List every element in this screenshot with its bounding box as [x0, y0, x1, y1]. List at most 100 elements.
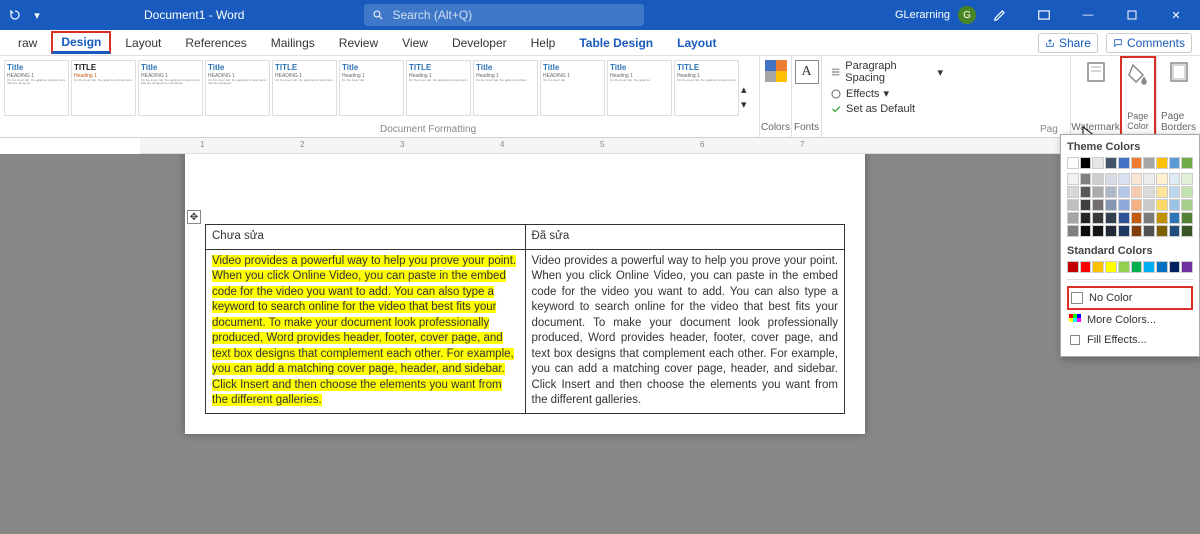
- color-swatch[interactable]: [1092, 212, 1104, 224]
- table-header-cell[interactable]: Chưa sửa: [206, 225, 526, 250]
- style-thumb[interactable]: TitleHEADING 1On the insert tab: [540, 60, 605, 116]
- color-swatch[interactable]: [1181, 261, 1193, 273]
- color-swatch[interactable]: [1092, 261, 1104, 273]
- color-swatch[interactable]: [1156, 261, 1168, 273]
- style-thumb[interactable]: TitleHEADING 1On the insert tab, the gal…: [138, 60, 203, 116]
- color-swatch[interactable]: [1181, 157, 1193, 169]
- color-swatch[interactable]: [1131, 225, 1143, 237]
- maximize-icon[interactable]: [1112, 0, 1152, 30]
- avatar[interactable]: G: [958, 6, 976, 24]
- color-swatch[interactable]: [1092, 225, 1104, 237]
- color-swatch[interactable]: [1118, 186, 1130, 198]
- color-swatch[interactable]: [1080, 199, 1092, 211]
- color-swatch[interactable]: [1143, 199, 1155, 211]
- fonts-button[interactable]: A Fonts: [791, 56, 821, 137]
- color-swatch[interactable]: [1067, 157, 1079, 169]
- style-thumb[interactable]: TITLEHeading 1On the insert tab, the gal…: [406, 60, 471, 116]
- table-header-cell[interactable]: Đã sửa: [525, 225, 845, 250]
- set-default-button[interactable]: Set as Default: [830, 103, 915, 115]
- draw-mode-icon[interactable]: [980, 0, 1020, 30]
- tab-design[interactable]: Design: [51, 31, 111, 54]
- tab-mailings[interactable]: Mailings: [261, 32, 325, 54]
- table-move-handle[interactable]: ✥: [187, 210, 201, 224]
- horizontal-ruler[interactable]: 1 2 3 4 5 6 7: [140, 138, 1200, 154]
- color-swatch[interactable]: [1105, 212, 1117, 224]
- color-swatch[interactable]: [1169, 261, 1181, 273]
- color-swatch[interactable]: [1118, 212, 1130, 224]
- color-swatch[interactable]: [1105, 186, 1117, 198]
- color-swatch[interactable]: [1105, 261, 1117, 273]
- color-swatch[interactable]: [1131, 157, 1143, 169]
- color-swatch[interactable]: [1080, 186, 1092, 198]
- color-swatch[interactable]: [1131, 212, 1143, 224]
- color-swatch[interactable]: [1143, 261, 1155, 273]
- color-swatch[interactable]: [1156, 212, 1168, 224]
- effects-button[interactable]: Effects ▾: [830, 87, 889, 100]
- color-swatch[interactable]: [1067, 212, 1079, 224]
- no-color-item[interactable]: No Color: [1067, 286, 1193, 310]
- tab-help[interactable]: Help: [521, 32, 566, 54]
- color-swatch[interactable]: [1181, 173, 1193, 185]
- color-swatch[interactable]: [1105, 199, 1117, 211]
- watermark-button[interactable]: Watermark: [1070, 56, 1120, 137]
- color-swatch[interactable]: [1169, 186, 1181, 198]
- style-thumb[interactable]: TitleHeading 1On the insert tab, the gal…: [607, 60, 672, 116]
- tab-review[interactable]: Review: [329, 32, 388, 54]
- color-swatch[interactable]: [1181, 199, 1193, 211]
- tab-table-design[interactable]: Table Design: [569, 32, 663, 54]
- page-borders-button[interactable]: Page Borders: [1156, 56, 1200, 137]
- color-swatch[interactable]: [1131, 173, 1143, 185]
- comments-button[interactable]: Comments: [1106, 33, 1192, 53]
- color-swatch[interactable]: [1156, 199, 1168, 211]
- document-area[interactable]: ✥ Chưa sửa Đã sửa Video provides a power…: [0, 154, 1200, 534]
- tab-draw[interactable]: raw: [8, 32, 47, 54]
- color-swatch[interactable]: [1080, 212, 1092, 224]
- color-swatch[interactable]: [1131, 261, 1143, 273]
- color-swatch[interactable]: [1143, 212, 1155, 224]
- table-cell[interactable]: Video provides a powerful way to help yo…: [525, 249, 845, 413]
- color-swatch[interactable]: [1156, 157, 1168, 169]
- color-swatch[interactable]: [1080, 173, 1092, 185]
- style-thumb[interactable]: TitleHeading 1On the insert tab, the gal…: [473, 60, 538, 116]
- color-swatch[interactable]: [1118, 173, 1130, 185]
- qat-dropdown-icon[interactable]: ▾: [30, 8, 44, 22]
- undo-icon[interactable]: [8, 8, 22, 22]
- more-colors-item[interactable]: More Colors...: [1067, 310, 1193, 330]
- color-swatch[interactable]: [1092, 157, 1104, 169]
- color-swatch[interactable]: [1080, 157, 1092, 169]
- document-table[interactable]: Chưa sửa Đã sửa Video provides a powerfu…: [205, 224, 845, 414]
- color-swatch[interactable]: [1131, 186, 1143, 198]
- color-swatch[interactable]: [1080, 225, 1092, 237]
- color-swatch[interactable]: [1118, 157, 1130, 169]
- color-swatch[interactable]: [1092, 173, 1104, 185]
- style-thumb[interactable]: TitleHEADING 1On the insert tab, the gal…: [4, 60, 69, 116]
- share-button[interactable]: Share: [1038, 33, 1098, 53]
- color-swatch[interactable]: [1169, 212, 1181, 224]
- color-swatch[interactable]: [1169, 157, 1181, 169]
- color-swatch[interactable]: [1143, 157, 1155, 169]
- color-swatch[interactable]: [1181, 212, 1193, 224]
- color-swatch[interactable]: [1080, 261, 1092, 273]
- style-thumb[interactable]: TitleHeading 1On the insert tab: [339, 60, 404, 116]
- tab-layout[interactable]: Layout: [115, 32, 171, 54]
- minimize-icon[interactable]: —: [1068, 0, 1108, 30]
- color-swatch[interactable]: [1105, 157, 1117, 169]
- color-swatch[interactable]: [1156, 225, 1168, 237]
- color-swatch[interactable]: [1067, 173, 1079, 185]
- table-cell[interactable]: Video provides a powerful way to help yo…: [206, 249, 526, 413]
- style-thumb[interactable]: TitleHEADING 1On the insert tab, the gal…: [205, 60, 270, 116]
- color-swatch[interactable]: [1067, 261, 1079, 273]
- color-swatch[interactable]: [1143, 186, 1155, 198]
- color-swatch[interactable]: [1181, 186, 1193, 198]
- color-swatch[interactable]: [1067, 186, 1079, 198]
- color-swatch[interactable]: [1092, 199, 1104, 211]
- color-swatch[interactable]: [1118, 199, 1130, 211]
- color-swatch[interactable]: [1105, 225, 1117, 237]
- search-input[interactable]: [392, 8, 636, 22]
- tab-view[interactable]: View: [392, 32, 438, 54]
- gallery-scroll[interactable]: ▴▾: [741, 60, 755, 133]
- tab-developer[interactable]: Developer: [442, 32, 517, 54]
- color-swatch[interactable]: [1067, 225, 1079, 237]
- color-swatch[interactable]: [1181, 225, 1193, 237]
- style-thumb[interactable]: TITLEHeading 1On the insert tab, the gal…: [674, 60, 739, 116]
